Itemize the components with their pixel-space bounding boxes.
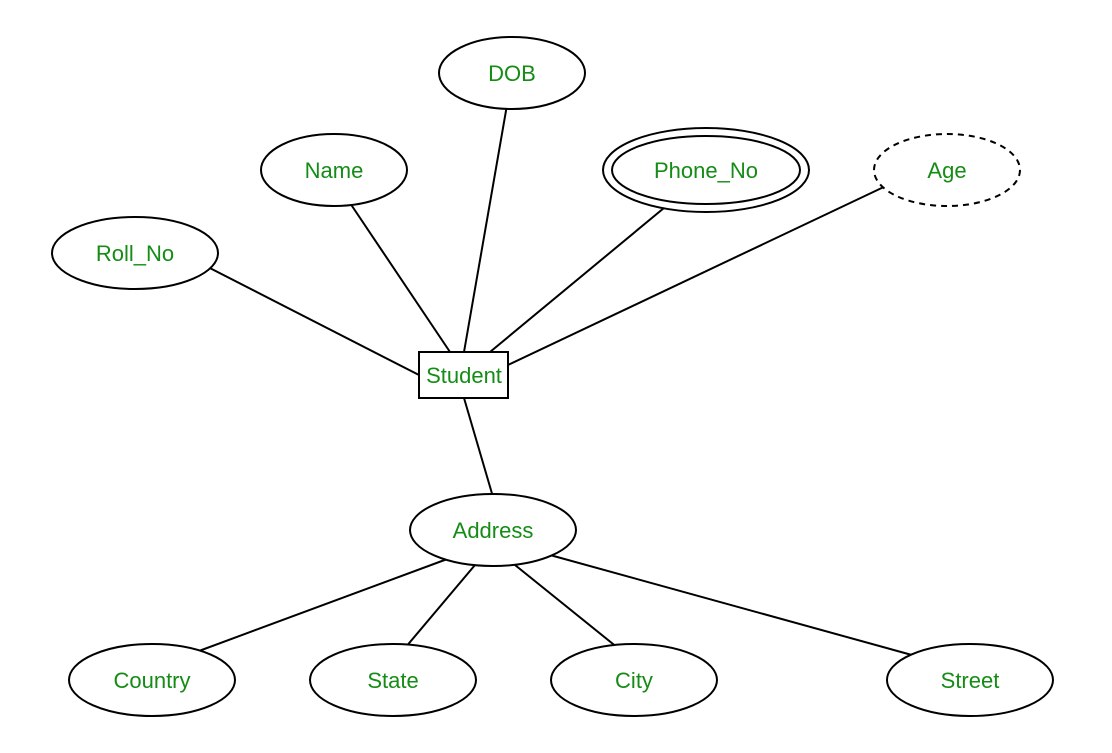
er-diagram: Student DOB Name Phone_No Age Roll_No Ad… [0, 0, 1112, 753]
attribute-city-label: City [615, 668, 653, 693]
attribute-phoneno-label: Phone_No [654, 158, 758, 183]
attribute-rollno-label: Roll_No [96, 241, 174, 266]
attribute-state-label: State [367, 668, 418, 693]
edge-student-address [464, 398, 493, 497]
attribute-country-label: Country [113, 668, 190, 693]
edge-student-rollno [200, 263, 419, 375]
attribute-address-label: Address [453, 518, 534, 543]
edge-student-name [348, 200, 450, 352]
entity-student-label: Student [426, 363, 502, 388]
attribute-name-label: Name [305, 158, 364, 183]
edge-student-dob [464, 105, 507, 352]
edge-address-street [550, 555, 930, 660]
edge-address-city [515, 565, 618, 648]
attribute-street-label: Street [941, 668, 1000, 693]
edge-student-phoneno [490, 203, 670, 352]
edge-address-state [405, 565, 475, 648]
attribute-dob-label: DOB [488, 61, 536, 86]
attribute-age-label: Age [927, 158, 966, 183]
